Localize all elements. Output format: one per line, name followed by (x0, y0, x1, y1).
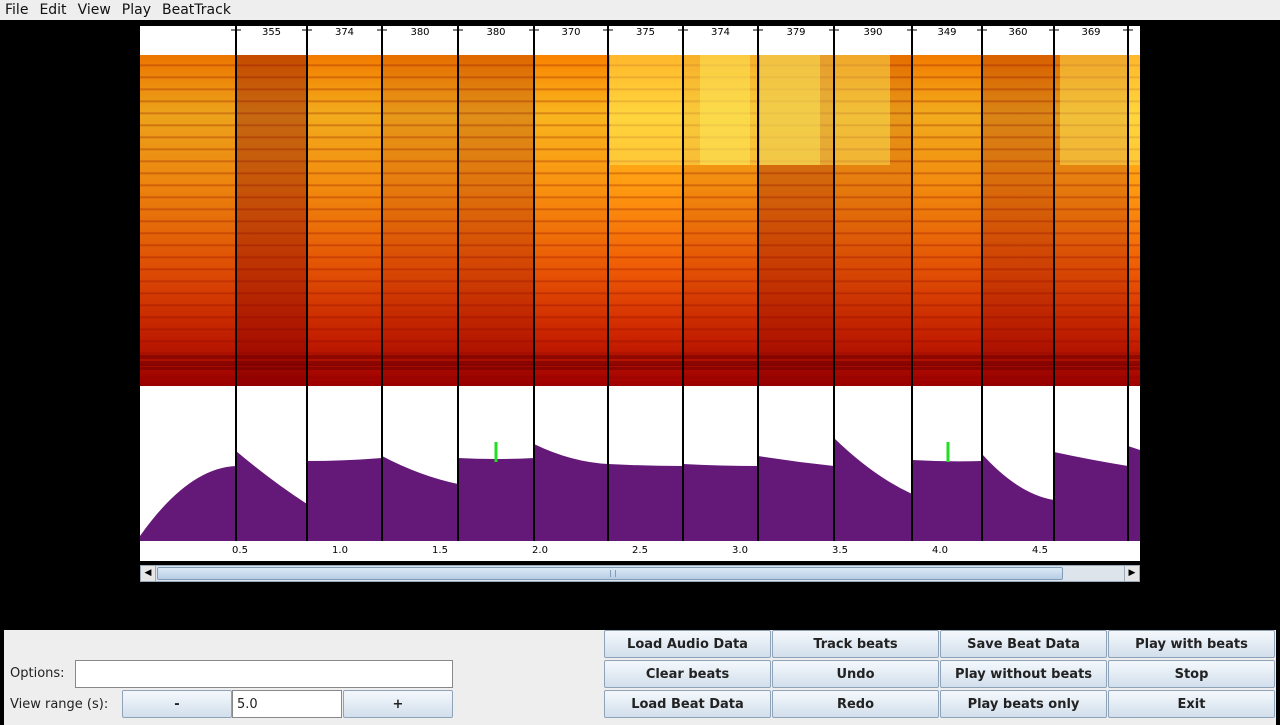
scroll-left-icon[interactable]: ◀ (141, 566, 156, 581)
clear-beats-button[interactable]: Clear beats (604, 660, 771, 688)
spectrogram-segment (382, 55, 458, 386)
time-tick-label: 2.5 (632, 545, 648, 556)
time-tick-label: 2.0 (532, 545, 548, 556)
spectrogram-segment (236, 55, 307, 386)
menu-file[interactable]: File (0, 0, 34, 20)
zoom-in-button[interactable]: + (343, 690, 453, 718)
beat-interval-label: 369 (1081, 27, 1101, 38)
load-beat-data-button[interactable]: Load Beat Data (604, 690, 771, 718)
beat-interval-label: 360 (1008, 27, 1028, 38)
onset-waveform[interactable] (140, 386, 1140, 541)
time-tick-label: 4.0 (932, 545, 948, 556)
spectrogram-segment (912, 55, 982, 386)
spectrogram-band (140, 361, 1140, 366)
menu-bar: File Edit View Play BeatTrack (0, 0, 1280, 20)
beat-interval-header: 355 374 380 380 370 375 374 379 390 349 360 369 (140, 26, 1140, 55)
view-range-label: View range (s): (10, 697, 109, 712)
menu-edit[interactable]: Edit (34, 0, 72, 20)
grip-icon (610, 570, 616, 577)
waveform-fill (140, 438, 1140, 541)
spectrogram-overlay (140, 55, 1140, 386)
load-audio-button[interactable]: Load Audio Data (604, 630, 771, 658)
time-tick-label: 3.5 (832, 545, 848, 556)
beat-interval-label: 374 (710, 27, 731, 38)
beat-interval-label: 380 (486, 27, 506, 38)
beat-interval-label: 390 (863, 27, 883, 38)
save-beat-data-button[interactable]: Save Beat Data (940, 630, 1107, 658)
menu-beattrack[interactable]: BeatTrack (157, 0, 237, 20)
beat-interval-label: 374 (334, 27, 355, 38)
redo-button[interactable]: Redo (772, 690, 939, 718)
options-input[interactable] (75, 660, 453, 688)
beat-view-panel[interactable]: 355 374 380 380 370 375 374 379 390 349 360 369 0.5… (140, 26, 1140, 561)
spectrogram-band (140, 355, 1140, 359)
exit-button[interactable]: Exit (1108, 690, 1275, 718)
beat-interval-label: 380 (410, 27, 430, 38)
time-tick-label: 3.0 (732, 545, 748, 556)
spectrogram-segment (140, 55, 236, 386)
beat-interval-label: 349 (937, 27, 957, 38)
horizontal-scrollbar[interactable]: ◀ ▶ (140, 565, 1140, 582)
spectrogram-segment (458, 55, 534, 386)
time-tick-label: 4.5 (1032, 545, 1048, 556)
spectrogram-segment (534, 55, 608, 386)
options-label: Options: (10, 666, 65, 681)
time-tick-label: 0.5 (232, 545, 248, 556)
beat-interval-label: 355 (261, 27, 282, 38)
track-beats-button[interactable]: Track beats (772, 630, 939, 658)
play-with-beats-button[interactable]: Play with beats (1108, 630, 1275, 658)
spectrogram-segment (307, 55, 382, 386)
zoom-out-button[interactable]: - (122, 690, 232, 718)
scroll-thumb[interactable] (157, 567, 1063, 580)
beat-interval-label: 375 (635, 27, 656, 38)
view-range-input[interactable] (232, 690, 342, 718)
beat-interval-label: 379 (786, 27, 806, 38)
play-without-beats-button[interactable]: Play without beats (940, 660, 1107, 688)
menu-view[interactable]: View (73, 0, 117, 20)
spectrogram-highlight (760, 55, 890, 165)
spectrogram[interactable] (140, 55, 1140, 386)
undo-button[interactable]: Undo (772, 660, 939, 688)
spectrogram-segment (982, 55, 1054, 386)
control-panel: Options: View range (s): - + Load Audio … (4, 630, 1276, 725)
scroll-right-icon[interactable]: ▶ (1124, 566, 1139, 581)
time-tick-label: 1.5 (432, 545, 448, 556)
spectrogram-highlight (1060, 55, 1140, 165)
time-tick-label: 1.0 (332, 545, 348, 556)
waveform-svg (140, 438, 1140, 541)
spectrogram-band (140, 367, 1140, 370)
stop-button[interactable]: Stop (1108, 660, 1275, 688)
menu-play[interactable]: Play (117, 0, 157, 20)
beat-interval-label: 370 (561, 27, 581, 38)
time-axis: 0.5 1.0 1.5 2.0 2.5 3.0 3.5 4.0 4.5 (140, 541, 1140, 561)
play-beats-only-button[interactable]: Play beats only (940, 690, 1107, 718)
